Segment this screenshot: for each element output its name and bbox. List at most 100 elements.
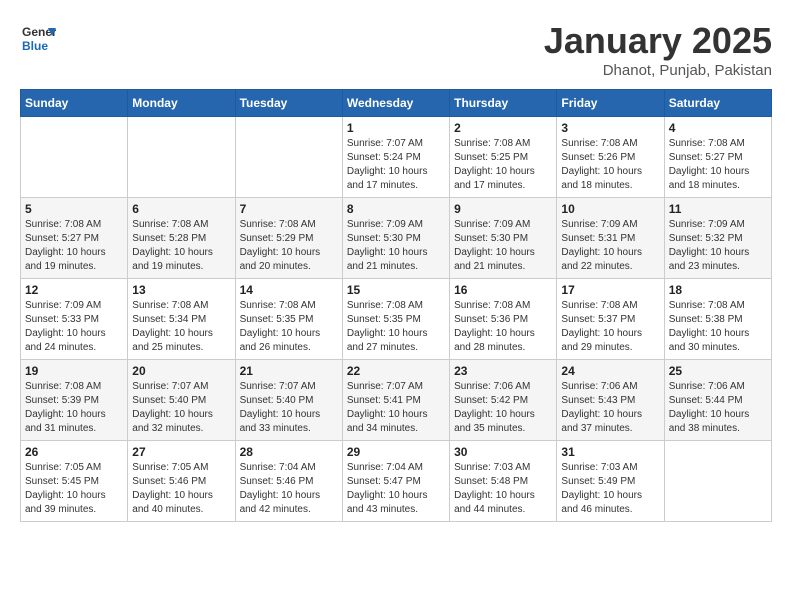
empty-cell	[664, 441, 771, 522]
day-number: 20	[132, 364, 230, 378]
weekday-header-row: SundayMondayTuesdayWednesdayThursdayFrid…	[21, 90, 772, 117]
weekday-header-friday: Friday	[557, 90, 664, 117]
title-block: January 2025 Dhanot, Punjab, Pakistan	[544, 20, 772, 79]
day-cell-14: 14 Sunrise: 7:08 AM Sunset: 5:35 PM Dayli…	[235, 279, 342, 360]
day-number: 29	[347, 445, 445, 459]
day-cell-9: 9 Sunrise: 7:09 AM Sunset: 5:30 PM Daylig…	[450, 198, 557, 279]
logo: General Blue	[20, 20, 60, 56]
day-info: Sunrise: 7:08 AM Sunset: 5:38 PM Dayligh…	[669, 299, 767, 355]
day-info: Sunrise: 7:03 AM Sunset: 5:49 PM Dayligh…	[561, 461, 659, 517]
calendar-title: January 2025	[544, 20, 772, 62]
weekday-header-thursday: Thursday	[450, 90, 557, 117]
day-info: Sunrise: 7:04 AM Sunset: 5:47 PM Dayligh…	[347, 461, 445, 517]
weekday-header-monday: Monday	[128, 90, 235, 117]
day-number: 6	[132, 202, 230, 216]
day-info: Sunrise: 7:09 AM Sunset: 5:30 PM Dayligh…	[454, 218, 552, 274]
day-cell-29: 29 Sunrise: 7:04 AM Sunset: 5:47 PM Dayli…	[342, 441, 449, 522]
logo-icon: General Blue	[20, 20, 56, 56]
day-cell-20: 20 Sunrise: 7:07 AM Sunset: 5:40 PM Dayli…	[128, 360, 235, 441]
day-cell-25: 25 Sunrise: 7:06 AM Sunset: 5:44 PM Dayli…	[664, 360, 771, 441]
day-info: Sunrise: 7:08 AM Sunset: 5:36 PM Dayligh…	[454, 299, 552, 355]
day-number: 30	[454, 445, 552, 459]
day-number: 4	[669, 121, 767, 135]
day-cell-21: 21Sunrise: 7:07 AM Sunset: 5:40 PM Dayli…	[235, 360, 342, 441]
day-info: Sunrise: 7:08 AM Sunset: 5:34 PM Dayligh…	[132, 299, 230, 355]
week-row-2: 5 Sunrise: 7:08 AM Sunset: 5:27 PM Daylig…	[21, 198, 772, 279]
day-cell-5: 5 Sunrise: 7:08 AM Sunset: 5:27 PM Daylig…	[21, 198, 128, 279]
day-number: 5	[25, 202, 123, 216]
day-number: 21	[240, 364, 338, 378]
day-number: 22	[347, 364, 445, 378]
weekday-header-wednesday: Wednesday	[342, 90, 449, 117]
weekday-header-tuesday: Tuesday	[235, 90, 342, 117]
day-number: 9	[454, 202, 552, 216]
day-info: Sunrise: 7:06 AM Sunset: 5:44 PM Dayligh…	[669, 380, 767, 436]
day-info: Sunrise: 7:08 AM Sunset: 5:35 PM Dayligh…	[240, 299, 338, 355]
day-cell-26: 26 Sunrise: 7:05 AM Sunset: 5:45 PM Dayli…	[21, 441, 128, 522]
calendar-table: SundayMondayTuesdayWednesdayThursdayFrid…	[20, 89, 772, 522]
day-cell-15: 15Sunrise: 7:08 AM Sunset: 5:35 PM Dayli…	[342, 279, 449, 360]
day-info: Sunrise: 7:07 AM Sunset: 5:40 PM Dayligh…	[132, 380, 230, 436]
day-cell-18: 18 Sunrise: 7:08 AM Sunset: 5:38 PM Dayli…	[664, 279, 771, 360]
day-cell-10: 10 Sunrise: 7:09 AM Sunset: 5:31 PM Dayli…	[557, 198, 664, 279]
day-cell-1: 1Sunrise: 7:07 AM Sunset: 5:24 PM Daylig…	[342, 117, 449, 198]
day-info: Sunrise: 7:08 AM Sunset: 5:28 PM Dayligh…	[132, 218, 230, 274]
day-cell-19: 19 Sunrise: 7:08 AM Sunset: 5:39 PM Dayli…	[21, 360, 128, 441]
day-number: 3	[561, 121, 659, 135]
day-info: Sunrise: 7:05 AM Sunset: 5:45 PM Dayligh…	[25, 461, 123, 517]
day-cell-13: 13 Sunrise: 7:08 AM Sunset: 5:34 PM Dayli…	[128, 279, 235, 360]
day-cell-3: 3 Sunrise: 7:08 AM Sunset: 5:26 PM Daylig…	[557, 117, 664, 198]
day-cell-12: 12 Sunrise: 7:09 AM Sunset: 5:33 PM Dayli…	[21, 279, 128, 360]
day-info: Sunrise: 7:09 AM Sunset: 5:30 PM Dayligh…	[347, 218, 445, 274]
day-cell-30: 30 Sunrise: 7:03 AM Sunset: 5:48 PM Dayli…	[450, 441, 557, 522]
day-cell-7: 7Sunrise: 7:08 AM Sunset: 5:29 PM Daylig…	[235, 198, 342, 279]
day-info: Sunrise: 7:08 AM Sunset: 5:29 PM Dayligh…	[240, 218, 338, 274]
day-number: 28	[240, 445, 338, 459]
day-number: 14	[240, 283, 338, 297]
day-cell-8: 8Sunrise: 7:09 AM Sunset: 5:30 PM Daylig…	[342, 198, 449, 279]
day-info: Sunrise: 7:07 AM Sunset: 5:41 PM Dayligh…	[347, 380, 445, 436]
day-number: 27	[132, 445, 230, 459]
day-number: 19	[25, 364, 123, 378]
day-cell-17: 17 Sunrise: 7:08 AM Sunset: 5:37 PM Dayli…	[557, 279, 664, 360]
day-cell-23: 23Sunrise: 7:06 AM Sunset: 5:42 PM Dayli…	[450, 360, 557, 441]
day-info: Sunrise: 7:08 AM Sunset: 5:37 PM Dayligh…	[561, 299, 659, 355]
day-info: Sunrise: 7:08 AM Sunset: 5:39 PM Dayligh…	[25, 380, 123, 436]
day-number: 1	[347, 121, 445, 135]
empty-cell	[235, 117, 342, 198]
day-info: Sunrise: 7:08 AM Sunset: 5:27 PM Dayligh…	[669, 137, 767, 193]
day-cell-22: 22 Sunrise: 7:07 AM Sunset: 5:41 PM Dayli…	[342, 360, 449, 441]
day-number: 31	[561, 445, 659, 459]
day-info: Sunrise: 7:09 AM Sunset: 5:31 PM Dayligh…	[561, 218, 659, 274]
svg-text:Blue: Blue	[22, 39, 48, 53]
day-info: Sunrise: 7:09 AM Sunset: 5:33 PM Dayligh…	[25, 299, 123, 355]
day-info: Sunrise: 7:04 AM Sunset: 5:46 PM Dayligh…	[240, 461, 338, 517]
day-number: 10	[561, 202, 659, 216]
day-number: 26	[25, 445, 123, 459]
day-number: 23	[454, 364, 552, 378]
page-header: General Blue January 2025 Dhanot, Punjab…	[20, 20, 772, 79]
day-info: Sunrise: 7:08 AM Sunset: 5:27 PM Dayligh…	[25, 218, 123, 274]
day-number: 2	[454, 121, 552, 135]
day-cell-6: 6 Sunrise: 7:08 AM Sunset: 5:28 PM Daylig…	[128, 198, 235, 279]
day-cell-4: 4 Sunrise: 7:08 AM Sunset: 5:27 PM Daylig…	[664, 117, 771, 198]
day-cell-11: 11Sunrise: 7:09 AM Sunset: 5:32 PM Dayli…	[664, 198, 771, 279]
day-info: Sunrise: 7:06 AM Sunset: 5:43 PM Dayligh…	[561, 380, 659, 436]
day-info: Sunrise: 7:08 AM Sunset: 5:26 PM Dayligh…	[561, 137, 659, 193]
day-number: 25	[669, 364, 767, 378]
day-cell-27: 27Sunrise: 7:05 AM Sunset: 5:46 PM Dayli…	[128, 441, 235, 522]
week-row-5: 26 Sunrise: 7:05 AM Sunset: 5:45 PM Dayli…	[21, 441, 772, 522]
day-number: 17	[561, 283, 659, 297]
calendar-subtitle: Dhanot, Punjab, Pakistan	[544, 62, 772, 79]
day-info: Sunrise: 7:08 AM Sunset: 5:25 PM Dayligh…	[454, 137, 552, 193]
empty-cell	[21, 117, 128, 198]
day-number: 11	[669, 202, 767, 216]
day-info: Sunrise: 7:08 AM Sunset: 5:35 PM Dayligh…	[347, 299, 445, 355]
day-number: 18	[669, 283, 767, 297]
day-number: 24	[561, 364, 659, 378]
day-number: 13	[132, 283, 230, 297]
day-info: Sunrise: 7:03 AM Sunset: 5:48 PM Dayligh…	[454, 461, 552, 517]
day-number: 12	[25, 283, 123, 297]
day-cell-2: 2 Sunrise: 7:08 AM Sunset: 5:25 PM Daylig…	[450, 117, 557, 198]
week-row-3: 12 Sunrise: 7:09 AM Sunset: 5:33 PM Dayli…	[21, 279, 772, 360]
